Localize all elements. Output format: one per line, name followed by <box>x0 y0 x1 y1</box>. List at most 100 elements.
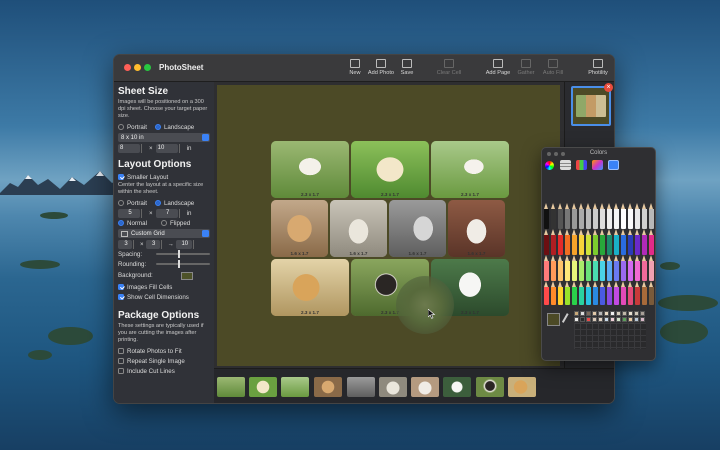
filmstrip-thumb[interactable] <box>314 377 342 397</box>
spacing-slider[interactable] <box>156 250 210 258</box>
custom-swatches[interactable] <box>574 311 654 357</box>
rounding-slider[interactable] <box>156 260 210 268</box>
grid-cols-field[interactable]: 3 <box>118 239 132 249</box>
sheet-width-field[interactable]: 8 <box>118 143 140 153</box>
pencil-swatch[interactable] <box>551 255 556 281</box>
pencil-swatch[interactable] <box>579 255 584 281</box>
custom-swatch[interactable] <box>610 317 615 322</box>
custom-swatch[interactable] <box>616 311 621 316</box>
custom-swatch[interactable] <box>598 311 603 316</box>
pencil-swatch[interactable] <box>586 203 591 229</box>
pencil-swatch[interactable] <box>642 203 647 229</box>
portrait-radio[interactable] <box>118 124 124 130</box>
pencil-swatch[interactable] <box>649 229 654 255</box>
pencil-swatch[interactable] <box>628 255 633 281</box>
pencil-swatch[interactable] <box>544 203 549 229</box>
pencil-swatch[interactable] <box>628 203 633 229</box>
pencil-swatch[interactable] <box>544 229 549 255</box>
pencil-swatch[interactable] <box>593 203 598 229</box>
pencil-swatch[interactable] <box>642 281 647 305</box>
pencil-swatch[interactable] <box>579 203 584 229</box>
photo-cell[interactable]: 1.6 x 1.7 <box>448 200 505 257</box>
pencil-swatch[interactable] <box>635 255 640 281</box>
images-fill-checkbox[interactable] <box>118 284 124 290</box>
color-sliders-icon[interactable] <box>560 160 571 170</box>
photo-cell[interactable]: 2.3 x 1.7 <box>351 141 429 198</box>
pencil-swatch[interactable] <box>579 229 584 255</box>
grid-rows-stepper[interactable] <box>160 239 166 249</box>
grid-rows-field[interactable]: 3 <box>145 239 160 249</box>
color-palettes-icon[interactable] <box>576 160 587 170</box>
pencil-swatch[interactable] <box>649 203 654 229</box>
background-color-well[interactable] <box>180 271 193 280</box>
custom-swatch[interactable] <box>634 311 639 316</box>
custom-swatch[interactable] <box>592 317 597 322</box>
pencil-swatch[interactable] <box>558 255 563 281</box>
eyedropper-icon[interactable] <box>561 313 573 325</box>
pencil-swatch[interactable] <box>565 281 570 305</box>
filmstrip-thumb[interactable] <box>249 377 277 397</box>
color-wheel-icon[interactable] <box>545 161 554 170</box>
pencil-swatch[interactable] <box>572 203 577 229</box>
pencil-swatch[interactable] <box>600 229 605 255</box>
pencil-swatch[interactable] <box>649 255 654 281</box>
pencil-swatch[interactable] <box>628 281 633 305</box>
selected-color-well[interactable] <box>547 313 560 326</box>
pencil-swatch[interactable] <box>628 229 633 255</box>
close-window-button[interactable] <box>124 64 131 71</box>
custom-swatch[interactable] <box>640 317 645 322</box>
custom-swatch[interactable] <box>574 311 579 316</box>
pencil-swatch[interactable] <box>572 229 577 255</box>
pencil-swatch[interactable] <box>600 203 605 229</box>
custom-swatch[interactable] <box>580 317 585 322</box>
pencil-swatch[interactable] <box>642 255 647 281</box>
filmstrip-thumb[interactable] <box>281 377 309 397</box>
filmstrip-thumb[interactable] <box>217 377 245 397</box>
custom-swatch[interactable] <box>640 311 645 316</box>
flipped-radio[interactable] <box>160 220 167 226</box>
normal-radio[interactable] <box>118 220 124 226</box>
minimize-window-button[interactable] <box>134 64 141 71</box>
pencil-swatch[interactable] <box>649 281 654 305</box>
pencil-swatch[interactable] <box>586 255 591 281</box>
filmstrip-thumb[interactable] <box>508 377 536 397</box>
photo-cell[interactable]: 2.3 x 1.7 <box>431 141 509 198</box>
pencil-swatch[interactable] <box>621 255 626 281</box>
paper-size-popup[interactable]: 8 x 10 in <box>118 133 210 142</box>
pencil-swatch[interactable] <box>579 281 584 305</box>
sheet-height-stepper[interactable] <box>178 143 184 153</box>
pencil-swatch[interactable] <box>551 281 556 305</box>
custom-swatch[interactable] <box>586 317 591 322</box>
pencil-swatch[interactable] <box>621 203 626 229</box>
layout-width-stepper[interactable] <box>141 208 146 218</box>
pencil-swatch[interactable] <box>593 229 598 255</box>
pencil-swatch[interactable] <box>621 281 626 305</box>
layout-portrait-radio[interactable] <box>118 200 124 206</box>
pencil-swatch[interactable] <box>600 281 605 305</box>
pencil-swatch[interactable] <box>614 203 619 229</box>
pencil-swatch[interactable] <box>551 229 556 255</box>
pencil-swatch[interactable] <box>558 281 563 305</box>
custom-swatch[interactable] <box>604 317 609 322</box>
custom-swatch[interactable] <box>592 311 597 316</box>
grid-count-field[interactable]: 10 <box>175 239 192 249</box>
filmstrip-thumb[interactable] <box>347 377 375 397</box>
landscape-radio[interactable] <box>154 124 161 130</box>
pencil-swatch[interactable] <box>558 203 563 229</box>
smaller-layout-checkbox[interactable] <box>118 174 124 180</box>
filmstrip-thumb[interactable] <box>411 377 439 397</box>
layout-width-field[interactable]: 5 <box>118 208 140 218</box>
cut-lines-checkbox[interactable] <box>118 368 124 374</box>
pencil-swatch[interactable] <box>635 203 640 229</box>
pencil-swatch[interactable] <box>544 281 549 305</box>
pencil-swatch[interactable] <box>635 281 640 305</box>
photility-button[interactable]: Photility <box>581 59 614 79</box>
grid-count-stepper[interactable] <box>192 239 198 249</box>
pencil-swatch[interactable] <box>614 281 619 305</box>
pencils-icon[interactable] <box>608 160 619 170</box>
custom-swatch[interactable] <box>622 317 627 322</box>
pencil-swatch[interactable] <box>565 203 570 229</box>
layout-height-field[interactable]: 7 <box>155 208 178 218</box>
rotate-checkbox[interactable] <box>118 348 124 354</box>
custom-swatch[interactable] <box>622 311 627 316</box>
